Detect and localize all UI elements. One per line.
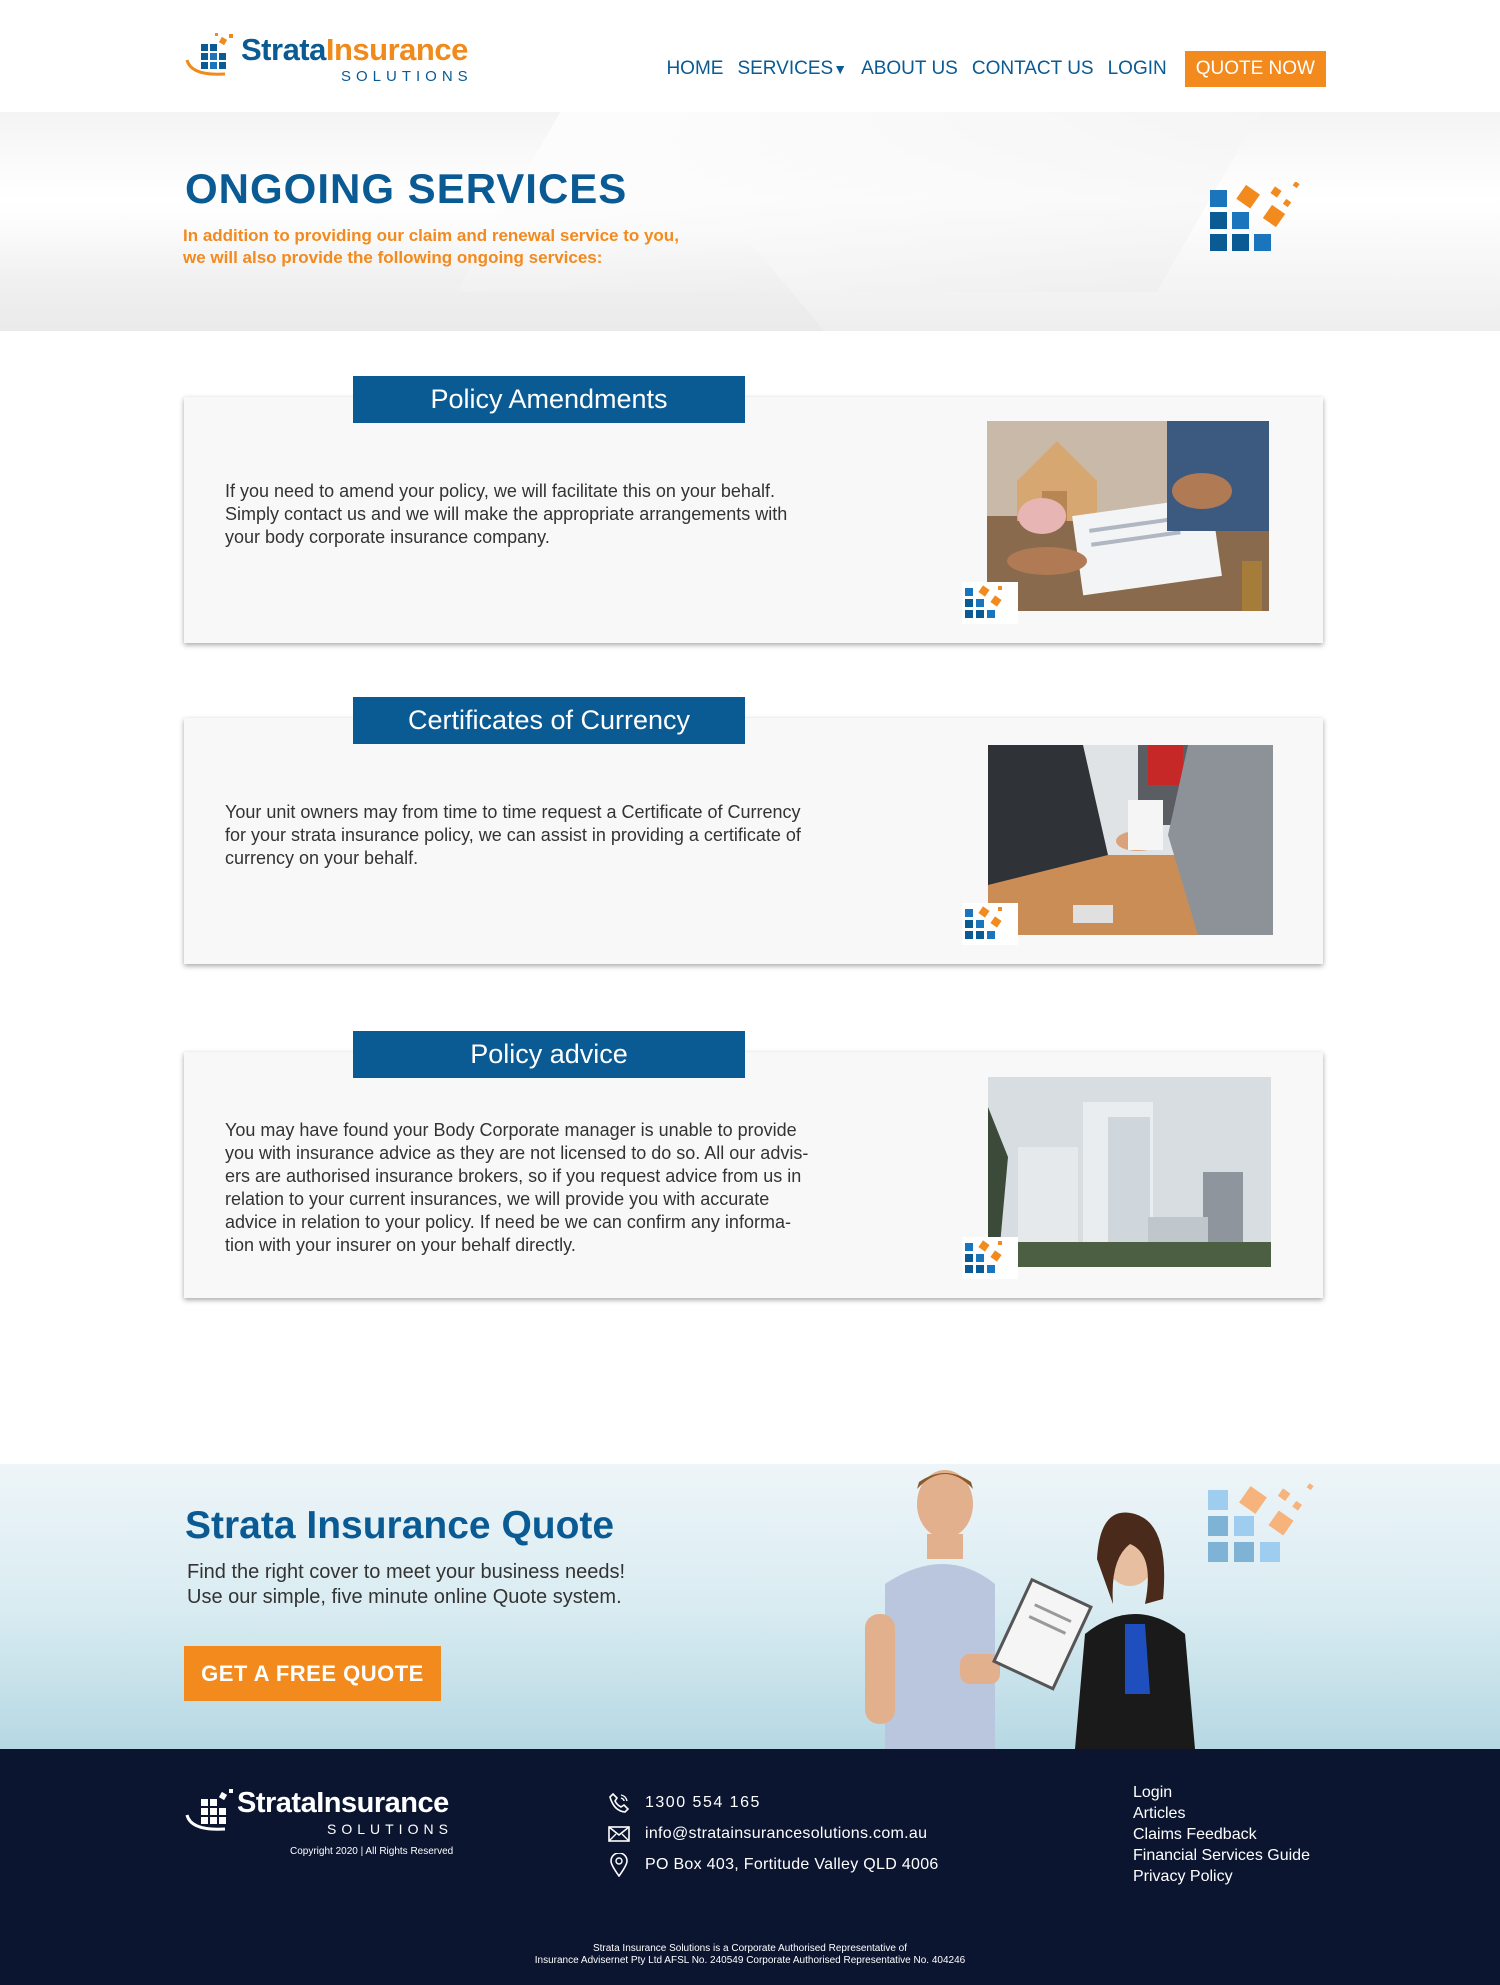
service-card-certificates-of-currency: Your unit owners may from time to time r…	[184, 718, 1323, 964]
service-card-policy-amendments: If you need to amend your policy, we wil…	[184, 397, 1323, 643]
footer-logo-tagline: SOLUTIONS	[327, 1821, 453, 1837]
service-title-tab: Policy Amendments	[353, 376, 745, 423]
service-description: You may have found your Body Corporate m…	[225, 1120, 809, 1255]
footer-link-claims-feedback[interactable]: Claims Feedback	[1133, 1824, 1310, 1845]
footer-address: PO Box 403, Fortitude Valley QLD 4006	[607, 1849, 939, 1880]
footer-logo[interactable]: StrataInsurance SOLUTIONS	[185, 1787, 465, 1847]
quote-description: Find the right cover to meet your busine…	[187, 1561, 626, 1608]
quote-now-button[interactable]: QUOTE NOW	[1184, 51, 1326, 87]
logo-wordmark: StrataInsurance	[241, 32, 468, 67]
footer-link-privacy-policy[interactable]: Privacy Policy	[1133, 1866, 1310, 1887]
footer-links: Login Articles Claims Feedback Financial…	[1133, 1782, 1310, 1887]
nav-services[interactable]: SERVICES▼	[737, 58, 847, 80]
brand-logo[interactable]: StrataInsurance SOLUTIONS	[185, 30, 485, 86]
page-title: ONGOING SERVICES	[185, 165, 628, 212]
site-header: StrataInsurance SOLUTIONS HOME SERVICES▼…	[0, 0, 1500, 112]
nav-login[interactable]: LOGIN	[1108, 58, 1167, 80]
handshake-photo	[988, 745, 1273, 935]
footer-logo-wordmark: StrataInsurance	[237, 1787, 449, 1819]
service-title-tab: Certificates of Currency	[353, 697, 745, 744]
people-with-clipboard-illustration	[865, 1470, 1195, 1749]
hero-banner: ONGOING SERVICES In addition to providin…	[0, 112, 1500, 331]
service-card-policy-advice: You may have found your Body Corporate m…	[184, 1052, 1323, 1298]
caret-down-icon: ▼	[833, 61, 848, 77]
page-subtitle: In addition to providing our claim and r…	[183, 226, 679, 267]
quote-title: Strata Insurance Quote	[185, 1504, 615, 1547]
main-nav: HOME SERVICES▼ ABOUT US CONTACT US LOGIN…	[652, 51, 1326, 87]
signing-documents-photo	[987, 421, 1269, 611]
brand-blocks-icon	[962, 903, 1018, 945]
nav-about-us[interactable]: ABOUT US	[861, 58, 958, 80]
brand-blocks-icon	[962, 1237, 1018, 1279]
phone-icon	[607, 1791, 631, 1815]
footer-link-articles[interactable]: Articles	[1133, 1803, 1310, 1824]
footer-phone[interactable]: 1300 554 165	[607, 1787, 939, 1818]
nav-contact-us[interactable]: CONTACT US	[972, 58, 1094, 80]
nav-home[interactable]: HOME	[666, 58, 723, 80]
footer-link-financial-services-guide[interactable]: Financial Services Guide	[1133, 1845, 1310, 1866]
logo-tagline: SOLUTIONS	[341, 68, 473, 85]
footer-contact: 1300 554 165 info@stratainsurancesolutio…	[607, 1787, 939, 1880]
service-title-tab: Policy advice	[353, 1031, 745, 1078]
brand-blocks-icon	[1208, 1483, 1314, 1562]
map-pin-icon	[607, 1852, 631, 1877]
quote-banner: Strata Insurance Quote Find the right co…	[0, 1464, 1500, 1749]
footer-link-login[interactable]: Login	[1133, 1782, 1310, 1803]
logo-grid-icon	[185, 33, 233, 76]
logo-grid-icon	[185, 1789, 233, 1831]
brand-blocks-icon	[1210, 182, 1300, 251]
envelope-icon	[607, 1822, 631, 1846]
footer-email[interactable]: info@stratainsurancesolutions.com.au	[607, 1818, 939, 1849]
copyright-text: Copyright 2020 | All Rights Reserved	[290, 1846, 454, 1857]
service-description: If you need to amend your policy, we wil…	[225, 481, 788, 547]
get-free-quote-button[interactable]: GET A FREE QUOTE	[184, 1646, 441, 1701]
service-description: Your unit owners may from time to time r…	[225, 802, 801, 868]
legal-disclaimer: Strata Insurance Solutions is a Corporat…	[534, 1943, 966, 1966]
site-footer: StrataInsurance SOLUTIONS Copyright 2020…	[0, 1749, 1500, 1985]
apartment-buildings-photo	[988, 1077, 1271, 1267]
brand-blocks-icon	[962, 582, 1018, 624]
